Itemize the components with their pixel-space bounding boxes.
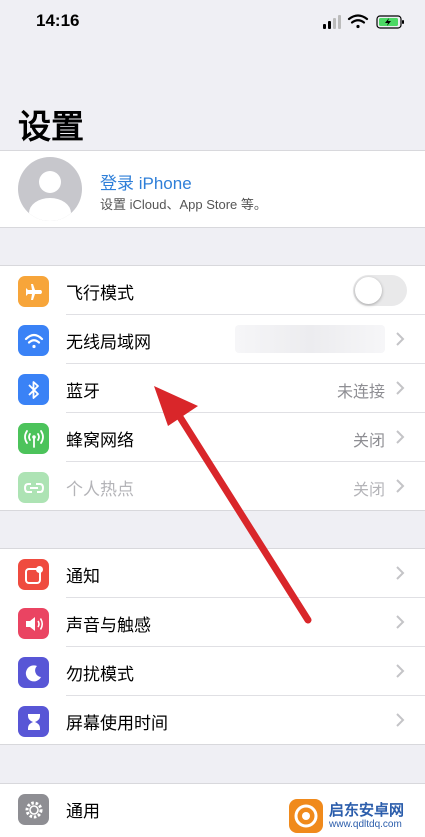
antenna-icon bbox=[18, 423, 49, 454]
chevron-right-icon bbox=[396, 381, 405, 395]
bluetooth-status: 未连接 bbox=[336, 384, 385, 401]
battery-icon bbox=[376, 15, 404, 29]
avatar bbox=[18, 157, 82, 221]
hotspot-status: 关闭 bbox=[352, 482, 385, 499]
wifi-status-icon bbox=[347, 14, 369, 29]
chevron-right-icon bbox=[396, 664, 405, 678]
airplane-mode-toggle[interactable] bbox=[353, 275, 407, 306]
chevron-right-icon bbox=[396, 430, 405, 444]
settings-row-label: 屏幕使用时间 bbox=[66, 714, 168, 733]
status-bar: 14:16 bbox=[0, 0, 425, 44]
apple-id-signin-row[interactable]: 登录 iPhone 设置 iCloud、App Store 等。 bbox=[0, 150, 425, 228]
chevron-right-icon bbox=[396, 479, 405, 493]
watermark-name: 启东安卓网 bbox=[329, 802, 405, 819]
speaker-icon bbox=[18, 608, 49, 639]
watermark: 启东安卓网 www.qdltdq.com bbox=[289, 799, 419, 833]
settings-row-label: 通用 bbox=[66, 802, 100, 821]
settings-row-label: 蜂窝网络 bbox=[66, 431, 134, 450]
settings-row-airplane-mode: 飞行模式 bbox=[0, 266, 425, 315]
hotspot-icon bbox=[18, 472, 49, 503]
chevron-right-icon bbox=[396, 615, 405, 629]
settings-row-screen-time[interactable]: 屏幕使用时间 bbox=[0, 696, 425, 745]
notification-icon bbox=[18, 559, 49, 590]
settings-row-label: 通知 bbox=[66, 567, 100, 586]
settings-row-label: 蓝牙 bbox=[66, 382, 100, 401]
red-arrow-annotation bbox=[154, 386, 312, 624]
bluetooth-icon bbox=[18, 374, 49, 405]
settings-row-wlan[interactable]: 无线局域网 bbox=[0, 315, 425, 364]
settings-row-label: 个人热点 bbox=[66, 480, 134, 499]
settings-row-label: 勿扰模式 bbox=[66, 665, 134, 684]
settings-row-label: 声音与触感 bbox=[66, 616, 151, 635]
status-icons bbox=[323, 14, 404, 29]
chevron-right-icon bbox=[396, 713, 405, 727]
moon-icon bbox=[18, 657, 49, 688]
settings-row-do-not-disturb[interactable]: 勿扰模式 bbox=[0, 647, 425, 696]
gear-icon bbox=[18, 794, 49, 825]
airplane-icon bbox=[18, 276, 49, 307]
settings-row-label: 无线局域网 bbox=[66, 333, 151, 352]
wifi-icon bbox=[18, 325, 49, 356]
cellular-status: 关闭 bbox=[352, 433, 385, 450]
blurred-network-name bbox=[235, 325, 385, 353]
watermark-logo-icon bbox=[289, 799, 323, 833]
page-title: 设置 bbox=[18, 108, 84, 145]
signin-title: 登录 iPhone bbox=[100, 174, 192, 193]
status-time: 14:16 bbox=[36, 11, 80, 30]
signal-icon bbox=[323, 15, 341, 29]
watermark-url: www.qdltdq.com bbox=[329, 819, 402, 830]
person-icon bbox=[29, 171, 71, 221]
hourglass-icon bbox=[18, 706, 49, 737]
chevron-right-icon bbox=[396, 566, 405, 580]
settings-row-label: 飞行模式 bbox=[66, 284, 134, 303]
chevron-right-icon bbox=[396, 332, 405, 346]
signin-subtitle: 设置 iCloud、App Store 等。 bbox=[100, 197, 267, 212]
